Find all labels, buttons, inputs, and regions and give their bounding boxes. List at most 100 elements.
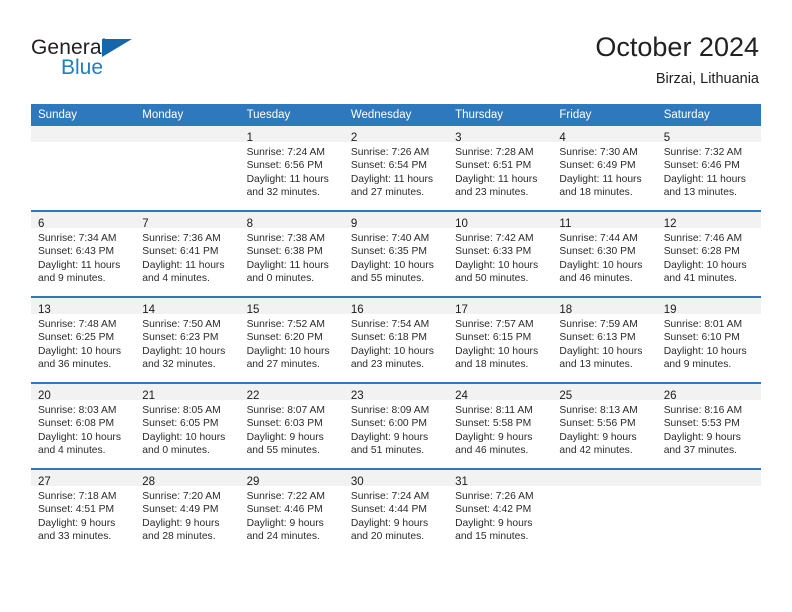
day-cell-24[interactable]: 24 Sunrise: 8:11 AM Sunset: 5:58 PM Dayligh…	[448, 382, 553, 469]
day-cell-9[interactable]: 9 Sunrise: 7:40 AM Sunset: 6:35 PM Daylight…	[343, 210, 449, 297]
sunset-text: Sunset: 6:15 PM	[455, 332, 532, 344]
day-cell-10[interactable]: 10 Sunrise: 7:42 AM Sunset: 6:33 PM Dayligh…	[448, 210, 553, 297]
day-cell-details	[657, 486, 761, 490]
daylight-text-line1: Daylight: 10 hours	[663, 259, 747, 271]
daylight-text-line1: Daylight: 11 hours	[350, 173, 434, 185]
day-cell-12[interactable]: 12 Sunrise: 7:46 AM Sunset: 6:28 PM Dayligh…	[656, 210, 761, 297]
day-cell-27[interactable]: 27 Sunrise: 7:18 AM Sunset: 4:51 PM Dayligh…	[31, 468, 136, 554]
day-number-band: 17	[448, 298, 553, 316]
daylight-text-line1: Daylight: 11 hours	[246, 173, 329, 185]
day-number-band: 20	[31, 384, 136, 402]
day-number: 11	[559, 218, 572, 230]
sunset-text: Sunset: 6:00 PM	[350, 418, 427, 430]
day-cell-inner: 26 Sunrise: 8:16 AM Sunset: 5:53 PM Dayligh…	[656, 384, 761, 468]
daylight-text-line1: Daylight: 10 hours	[663, 345, 747, 357]
day-number: 7	[142, 218, 149, 230]
day-cell-30[interactable]: 30 Sunrise: 7:24 AM Sunset: 4:44 PM Dayligh…	[343, 468, 449, 554]
sunrise-text: Sunrise: 8:07 AM	[246, 405, 325, 416]
sunset-text: Sunset: 5:56 PM	[559, 418, 636, 430]
calendar-header-row: Sunday Monday Tuesday Wednesday Thursday Frid…	[31, 104, 761, 126]
daylight-text-line1: Daylight: 11 hours	[38, 259, 121, 271]
day-number-band: 19	[656, 298, 761, 316]
weekday-header-tuesday: Tuesday	[239, 104, 344, 126]
day-cell-details: Sunrise: 8:05 AM Sunset: 6:05 PM Daylight:…	[135, 400, 239, 458]
daylight-text-line1: Daylight: 10 hours	[38, 431, 121, 443]
weekday-headers: Sunday Monday Tuesday Wednesday Thursday Frid…	[31, 104, 761, 126]
day-number: 2	[350, 132, 358, 144]
day-cell-21[interactable]: 21 Sunrise: 8:05 AM Sunset: 6:05 PM Dayligh…	[135, 382, 240, 469]
day-cell-1[interactable]: 1 Sunrise: 7:24 AM Sunset: 6:56 PM Daylight…	[239, 126, 344, 211]
day-cell-18[interactable]: 18 Sunrise: 7:59 AM Sunset: 6:13 PM Dayligh…	[552, 296, 657, 383]
day-cell-15[interactable]: 15 Sunrise: 7:52 AM Sunset: 6:20 PM Dayligh…	[239, 296, 344, 383]
day-cell-inner: 1 Sunrise: 7:24 AM Sunset: 6:56 PM Daylight…	[239, 126, 344, 210]
sunrise-text: Sunrise: 8:13 AM	[559, 405, 638, 416]
sunset-text: Sunset: 6:23 PM	[142, 332, 219, 344]
daylight-text-line2: and 4 minutes.	[142, 273, 210, 285]
daylight-text-line1: Daylight: 11 hours	[559, 173, 642, 185]
day-cell-details: Sunrise: 7:46 AM Sunset: 6:28 PM Daylight:…	[657, 228, 761, 286]
sunset-text: Sunset: 6:03 PM	[246, 418, 323, 430]
sunrise-text: Sunrise: 7:38 AM	[246, 233, 325, 244]
day-cell-details	[31, 142, 135, 146]
daylight-text-line1: Daylight: 10 hours	[455, 345, 539, 357]
day-cell-16[interactable]: 16 Sunrise: 7:54 AM Sunset: 6:18 PM Dayligh…	[343, 296, 449, 383]
day-cell-3[interactable]: 3 Sunrise: 7:28 AM Sunset: 6:51 PM Daylight…	[448, 126, 553, 211]
day-cell-7[interactable]: 7 Sunrise: 7:36 AM Sunset: 6:41 PM Daylight…	[135, 210, 240, 297]
sunrise-text: Sunrise: 7:36 AM	[142, 233, 221, 244]
day-cell-25[interactable]: 25 Sunrise: 8:13 AM Sunset: 5:56 PM Dayligh…	[552, 382, 657, 469]
day-cell-inner: 31 Sunrise: 7:26 AM Sunset: 4:42 PM Dayligh…	[448, 470, 553, 554]
daylight-text-line1: Daylight: 10 hours	[38, 345, 121, 357]
day-cell-22[interactable]: 22 Sunrise: 8:07 AM Sunset: 6:03 PM Dayligh…	[239, 382, 344, 469]
sunrise-text: Sunrise: 7:24 AM	[246, 147, 325, 158]
day-cell-inner: 14 Sunrise: 7:50 AM Sunset: 6:23 PM Dayligh…	[135, 298, 240, 382]
day-cell-inner: 19 Sunrise: 8:01 AM Sunset: 6:10 PM Dayligh…	[656, 298, 761, 382]
sunset-text: Sunset: 6:33 PM	[455, 246, 532, 258]
day-cell-details: Sunrise: 8:09 AM Sunset: 6:00 PM Daylight:…	[344, 400, 448, 458]
day-cell-31[interactable]: 31 Sunrise: 7:26 AM Sunset: 4:42 PM Dayligh…	[448, 468, 553, 554]
day-cell-17[interactable]: 17 Sunrise: 7:57 AM Sunset: 6:15 PM Dayligh…	[448, 296, 553, 383]
sunrise-text: Sunrise: 7:57 AM	[455, 319, 534, 330]
day-cell-4[interactable]: 4 Sunrise: 7:30 AM Sunset: 6:49 PM Daylight…	[552, 126, 657, 211]
day-cell-14[interactable]: 14 Sunrise: 7:50 AM Sunset: 6:23 PM Dayligh…	[135, 296, 240, 383]
sunset-text: Sunset: 6:30 PM	[559, 246, 636, 258]
day-cell-8[interactable]: 8 Sunrise: 7:38 AM Sunset: 6:38 PM Daylight…	[239, 210, 344, 297]
day-number-band: 26	[656, 384, 761, 402]
day-number-band: 31	[448, 470, 553, 488]
sunset-text: Sunset: 6:49 PM	[559, 160, 636, 172]
day-number: 13	[38, 304, 51, 316]
day-number: 21	[142, 390, 156, 402]
day-number-band: 24	[448, 384, 553, 402]
sunrise-text: Sunrise: 7:50 AM	[142, 319, 221, 330]
day-cell-details: Sunrise: 7:36 AM Sunset: 6:41 PM Daylight:…	[135, 228, 239, 286]
calendar-week-row: 6 Sunrise: 7:34 AM Sunset: 6:43 PM Daylight…	[31, 210, 761, 297]
day-cell-details: Sunrise: 7:59 AM Sunset: 6:13 PM Daylight:…	[552, 314, 656, 372]
sunrise-text: Sunrise: 7:42 AM	[455, 233, 534, 244]
day-cell-20[interactable]: 20 Sunrise: 8:03 AM Sunset: 6:08 PM Dayligh…	[31, 382, 136, 469]
day-cell-5[interactable]: 5 Sunrise: 7:32 AM Sunset: 6:46 PM Daylight…	[656, 126, 761, 211]
calendar-week-row: 13 Sunrise: 7:48 AM Sunset: 6:25 PM Dayligh…	[31, 296, 761, 383]
day-cell-13[interactable]: 13 Sunrise: 7:48 AM Sunset: 6:25 PM Dayligh…	[31, 296, 136, 383]
sunrise-text: Sunrise: 7:59 AM	[559, 319, 638, 330]
sunset-text: Sunset: 5:53 PM	[663, 418, 740, 430]
day-cell-26[interactable]: 26 Sunrise: 8:16 AM Sunset: 5:53 PM Dayligh…	[656, 382, 761, 469]
day-cell-28[interactable]: 28 Sunrise: 7:20 AM Sunset: 4:49 PM Dayligh…	[135, 468, 240, 554]
daylight-text-line2: and 33 minutes.	[38, 531, 112, 543]
day-cell-23[interactable]: 23 Sunrise: 8:09 AM Sunset: 6:00 PM Dayligh…	[343, 382, 449, 469]
sunset-text: Sunset: 6:54 PM	[350, 160, 427, 172]
day-cell-11[interactable]: 11 Sunrise: 7:44 AM Sunset: 6:30 PM Dayligh…	[552, 210, 657, 297]
day-cell-29[interactable]: 29 Sunrise: 7:22 AM Sunset: 4:46 PM Dayligh…	[239, 468, 344, 554]
day-cell-19[interactable]: 19 Sunrise: 8:01 AM Sunset: 6:10 PM Dayligh…	[656, 296, 761, 383]
day-cell-details: Sunrise: 7:57 AM Sunset: 6:15 PM Daylight:…	[448, 314, 552, 372]
day-cell-details: Sunrise: 7:40 AM Sunset: 6:35 PM Daylight:…	[344, 228, 448, 286]
daylight-text-line1: Daylight: 10 hours	[455, 259, 539, 271]
day-number: 25	[559, 390, 573, 402]
page-subtitle: Birzai, Lithuania	[655, 71, 759, 87]
daylight-text-line2: and 13 minutes.	[559, 359, 633, 371]
day-cell-2[interactable]: 2 Sunrise: 7:26 AM Sunset: 6:54 PM Daylight…	[343, 126, 449, 211]
daylight-text-line1: Daylight: 9 hours	[455, 431, 533, 443]
day-number-band: 25	[552, 384, 657, 402]
day-cell-6[interactable]: 6 Sunrise: 7:34 AM Sunset: 6:43 PM Daylight…	[31, 210, 136, 297]
sunrise-text: Sunrise: 7:34 AM	[38, 233, 117, 244]
daylight-text-line2: and 0 minutes.	[246, 273, 315, 285]
day-number: 16	[350, 304, 364, 316]
